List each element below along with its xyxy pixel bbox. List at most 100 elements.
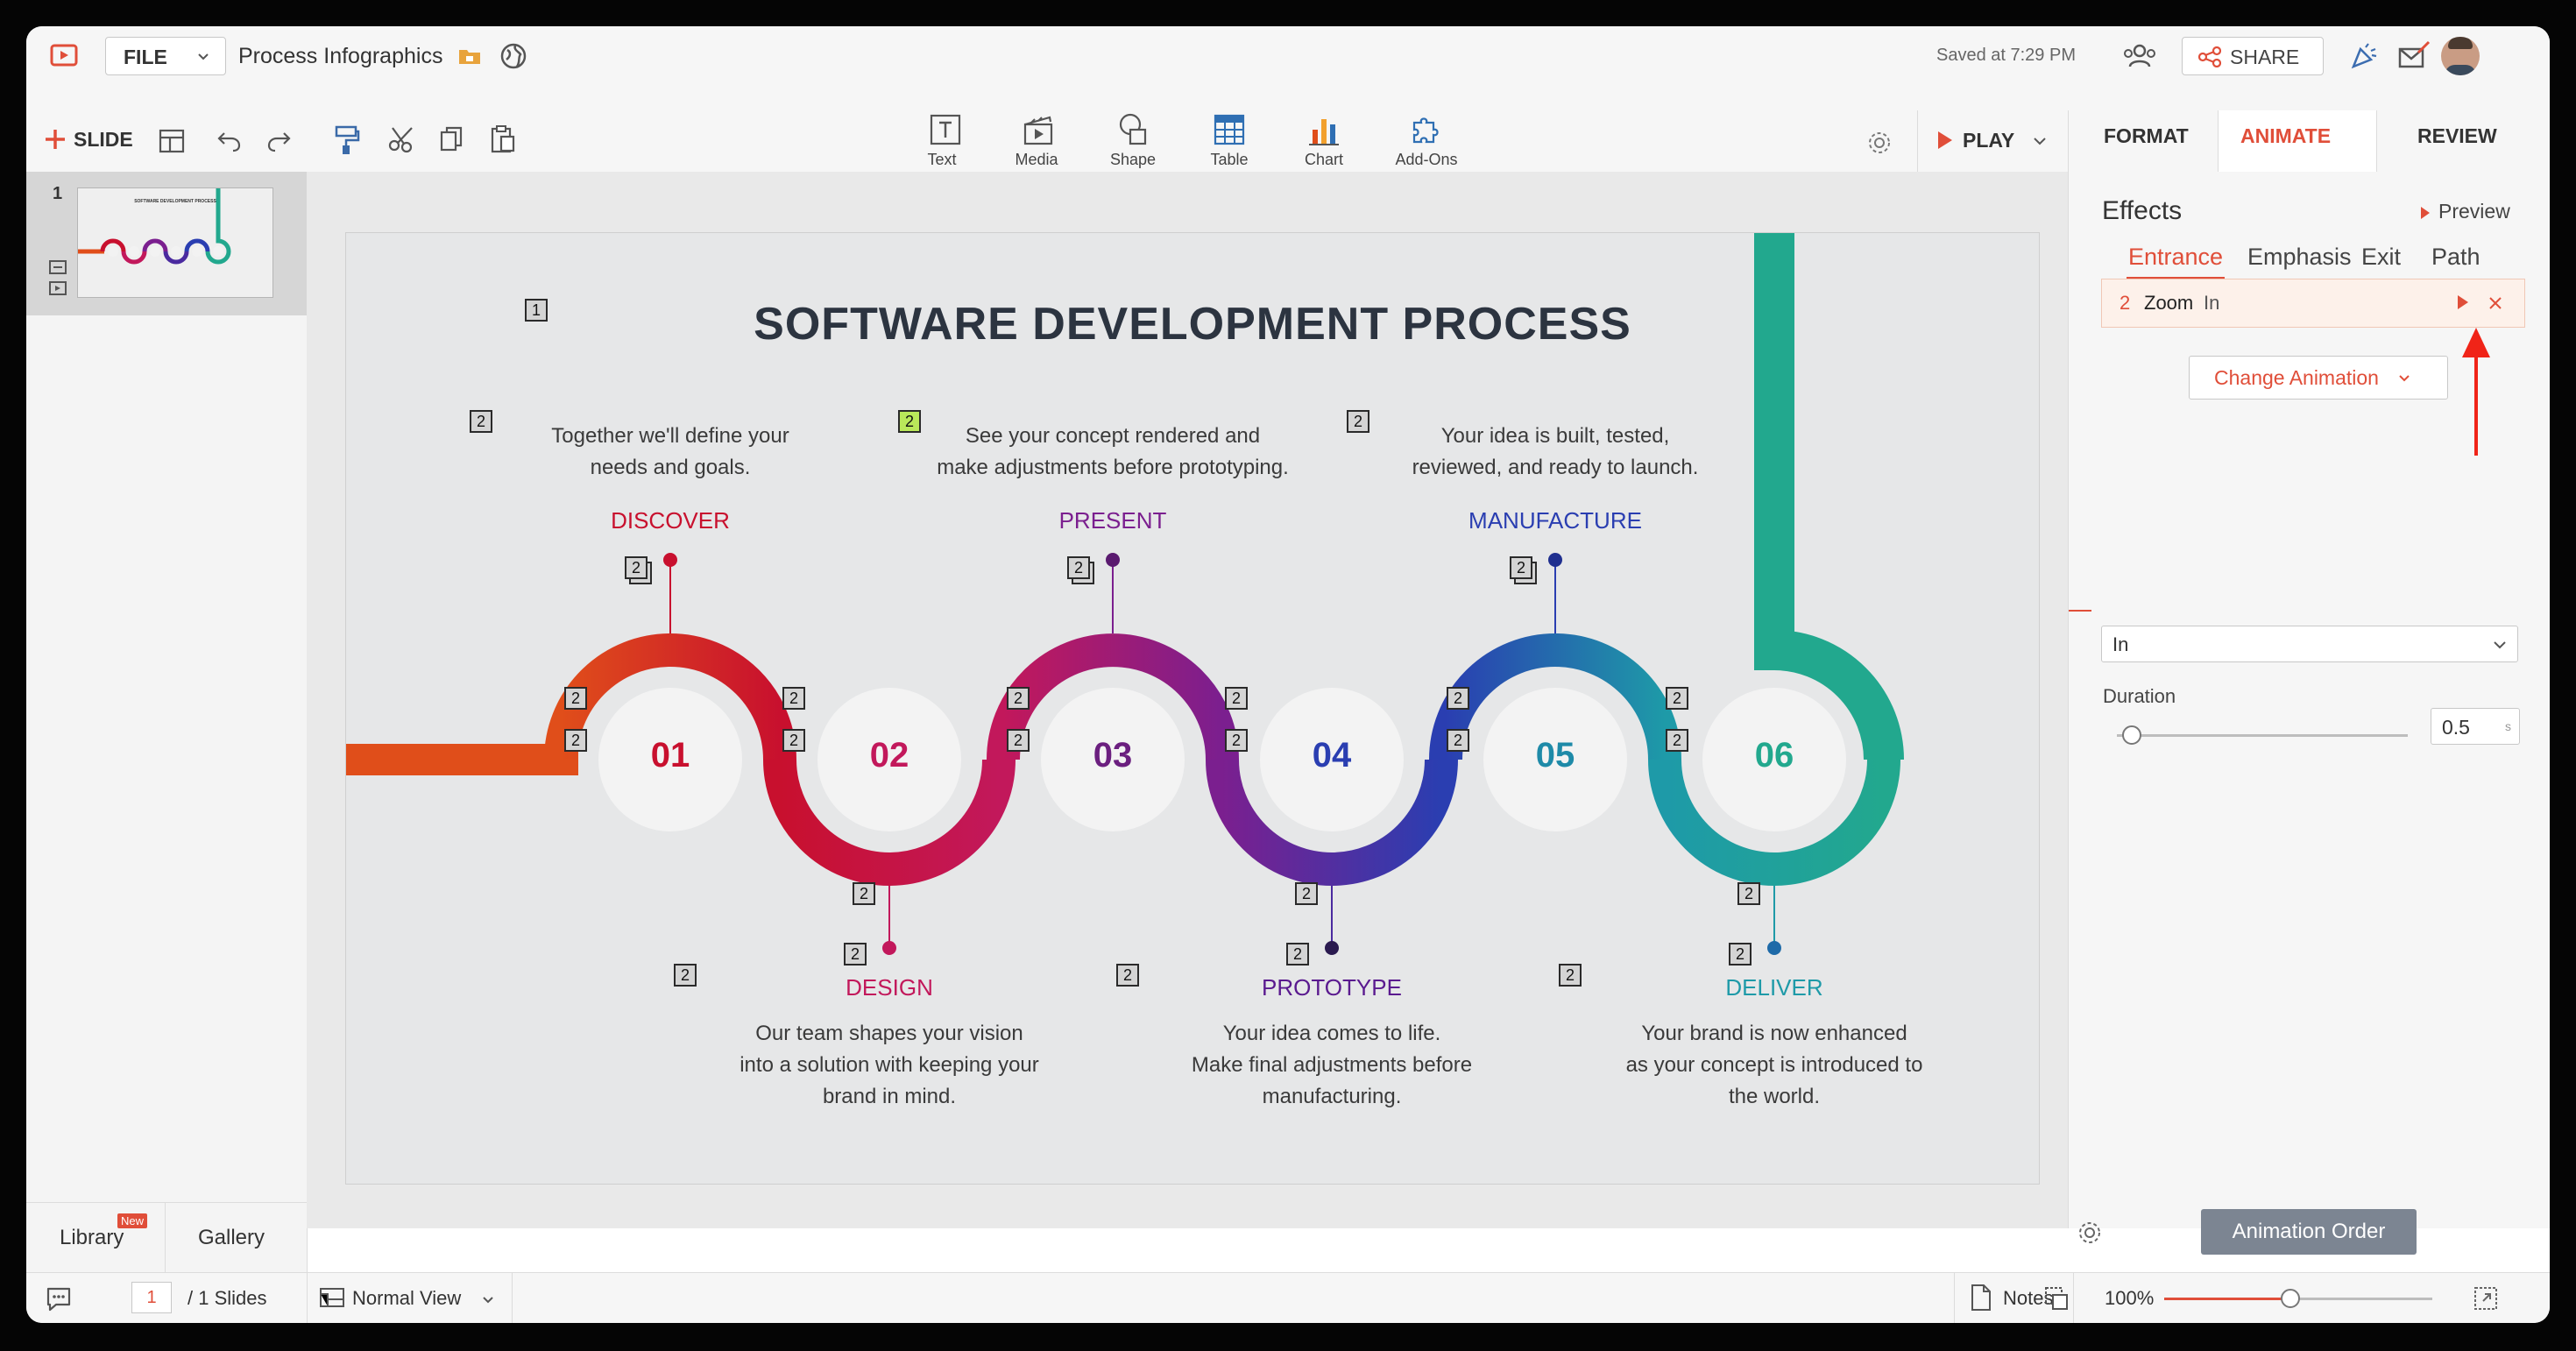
anim-badge[interactable]: 2 — [1447, 729, 1469, 752]
anim-badge[interactable]: 2 — [1295, 882, 1318, 905]
stage-label-design[interactable]: DESIGN — [758, 974, 1021, 1001]
anim-badge[interactable]: 2 — [1286, 943, 1309, 966]
step-number-01[interactable]: 01 — [618, 736, 723, 775]
layout-icon[interactable] — [158, 128, 186, 154]
anim-badge[interactable]: 2 — [1447, 687, 1469, 710]
duration-slider[interactable] — [2117, 725, 2408, 746]
insert-text-button[interactable]: Text — [902, 110, 981, 172]
anim-badge[interactable]: 2 — [564, 729, 587, 752]
anim-badge-selected[interactable]: 2 — [898, 410, 921, 433]
comment-icon[interactable] — [44, 1284, 74, 1313]
stage-label-prototype[interactable]: PROTOTYPE — [1200, 974, 1463, 1001]
step-number-06[interactable]: 06 — [1722, 736, 1827, 775]
effect-tab-path[interactable]: Path — [2431, 244, 2480, 271]
globe-icon[interactable] — [499, 42, 527, 70]
stage-label-manufacture[interactable]: MANUFACTURE — [1424, 507, 1687, 534]
animation-order-button[interactable]: Animation Order — [2201, 1209, 2417, 1255]
collaborators-icon[interactable] — [2120, 42, 2159, 70]
step-number-05[interactable]: 05 — [1503, 736, 1608, 775]
direction-select[interactable]: In — [2101, 626, 2518, 662]
anim-badge[interactable]: 2 — [853, 882, 875, 905]
paste-icon[interactable] — [489, 124, 517, 154]
insert-table-button[interactable]: Table — [1190, 110, 1269, 172]
anim-badge[interactable]: 2 — [1225, 687, 1248, 710]
document-title[interactable]: Process Infographics — [238, 44, 442, 69]
zoom-slider[interactable] — [2164, 1289, 2432, 1310]
present-description[interactable]: See your concept rendered and make adjus… — [929, 421, 1297, 484]
tab-format[interactable]: FORMAT — [2104, 124, 2189, 148]
step-number-04[interactable]: 04 — [1279, 736, 1384, 775]
animation-list-item[interactable]: 2 Zoom In — [2101, 279, 2525, 328]
stage-label-deliver[interactable]: DELIVER — [1643, 974, 1906, 1001]
anim-badge[interactable]: 2 — [470, 410, 492, 433]
gallery-button[interactable]: Gallery — [198, 1226, 265, 1250]
design-description[interactable]: Our team shapes your vision into a solut… — [705, 1018, 1073, 1113]
stage-label-discover[interactable]: DISCOVER — [539, 507, 802, 534]
feedback-mail-icon[interactable] — [2397, 40, 2432, 72]
anim-badge-title[interactable]: 1 — [525, 299, 548, 322]
file-menu-button[interactable]: FILE — [105, 37, 226, 75]
library-button[interactable]: Library — [60, 1226, 124, 1250]
effect-tab-emphasis[interactable]: Emphasis — [2247, 244, 2352, 271]
show-logo-icon[interactable] — [49, 42, 79, 70]
slide-thumbnail-row[interactable]: 1 SOFTWARE DEVELOPMENT PROCESS — [26, 172, 307, 315]
slide-thumbnail[interactable]: SOFTWARE DEVELOPMENT PROCESS — [77, 187, 273, 298]
copy-icon[interactable] — [438, 124, 466, 154]
anim-badge[interactable]: 2 — [1007, 729, 1030, 752]
insert-shape-button[interactable]: Shape — [1093, 110, 1172, 172]
redo-icon[interactable] — [265, 126, 293, 154]
remove-animation-close-icon[interactable] — [2488, 295, 2503, 311]
insert-addons-button[interactable]: Add-Ons — [1383, 110, 1470, 172]
share-button[interactable]: SHARE — [2182, 37, 2324, 75]
preview-button[interactable]: Preview — [2419, 200, 2542, 226]
fit-to-screen-icon[interactable] — [2043, 1285, 2070, 1312]
step-number-02[interactable]: 02 — [837, 736, 942, 775]
play-button[interactable]: PLAY — [1936, 123, 2024, 158]
animation-settings-gear-icon[interactable] — [2077, 1220, 2103, 1246]
change-animation-button[interactable]: Change Animation — [2189, 356, 2448, 400]
deliver-description[interactable]: Your brand is now enhanced as your conce… — [1590, 1018, 1958, 1113]
anim-badge[interactable]: 2 — [1559, 964, 1582, 987]
anim-badge[interactable]: 2 — [1225, 729, 1248, 752]
anim-badge[interactable]: 2 — [674, 964, 697, 987]
tab-review[interactable]: REVIEW — [2417, 124, 2497, 148]
step-number-03[interactable]: 03 — [1060, 736, 1165, 775]
user-avatar[interactable] — [2441, 37, 2480, 75]
anim-badge[interactable]: 2 — [782, 729, 805, 752]
duration-input[interactable]: 0.5 s — [2431, 708, 2520, 745]
anim-badge[interactable]: 2 — [1510, 556, 1532, 579]
anim-badge[interactable]: 2 — [1737, 882, 1760, 905]
anim-badge[interactable]: 2 — [564, 687, 587, 710]
effect-tab-entrance[interactable]: Entrance — [2128, 244, 2223, 271]
fullscreen-icon[interactable] — [2473, 1285, 2499, 1312]
slide-title[interactable]: SOFTWARE DEVELOPMENT PROCESS — [346, 298, 2039, 350]
effect-tab-exit[interactable]: Exit — [2361, 244, 2401, 271]
anim-badge[interactable]: 2 — [1729, 943, 1752, 966]
undo-icon[interactable] — [216, 126, 244, 154]
folder-icon[interactable] — [457, 46, 482, 67]
manufacture-description[interactable]: Your idea is built, tested, reviewed, an… — [1384, 421, 1726, 484]
cut-icon[interactable] — [387, 124, 417, 154]
stage-label-present[interactable]: PRESENT — [981, 507, 1244, 534]
play-animation-icon[interactable] — [2456, 294, 2470, 311]
anim-badge[interactable]: 2 — [625, 556, 648, 579]
anim-badge[interactable]: 2 — [844, 943, 867, 966]
format-painter-icon[interactable] — [331, 124, 361, 156]
slide-settings-gear-icon[interactable] — [1866, 130, 1893, 156]
duration-slider-thumb[interactable] — [2121, 725, 2141, 745]
insert-media-button[interactable]: Media — [997, 110, 1076, 172]
current-slide-input[interactable]: 1 — [131, 1282, 172, 1313]
view-mode-dropdown[interactable]: Normal View — [352, 1285, 501, 1312]
anim-badge[interactable]: 2 — [1666, 729, 1688, 752]
add-slide-button[interactable]: SLIDE — [44, 123, 158, 158]
anim-badge[interactable]: 2 — [1116, 964, 1139, 987]
anim-badge[interactable]: 2 — [1666, 687, 1688, 710]
insert-chart-button[interactable]: Chart — [1284, 110, 1363, 172]
slide[interactable]: SOFTWARE DEVELOPMENT PROCESS 1 Together … — [346, 233, 2039, 1184]
anim-badge[interactable]: 2 — [1067, 556, 1090, 579]
tab-animate[interactable]: ANIMATE — [2240, 124, 2331, 148]
zoom-slider-thumb[interactable] — [2280, 1289, 2300, 1308]
play-options-chevron-icon[interactable] — [2033, 137, 2047, 147]
zoom-level[interactable]: 100% — [2105, 1287, 2154, 1310]
anim-badge[interactable]: 2 — [1007, 687, 1030, 710]
